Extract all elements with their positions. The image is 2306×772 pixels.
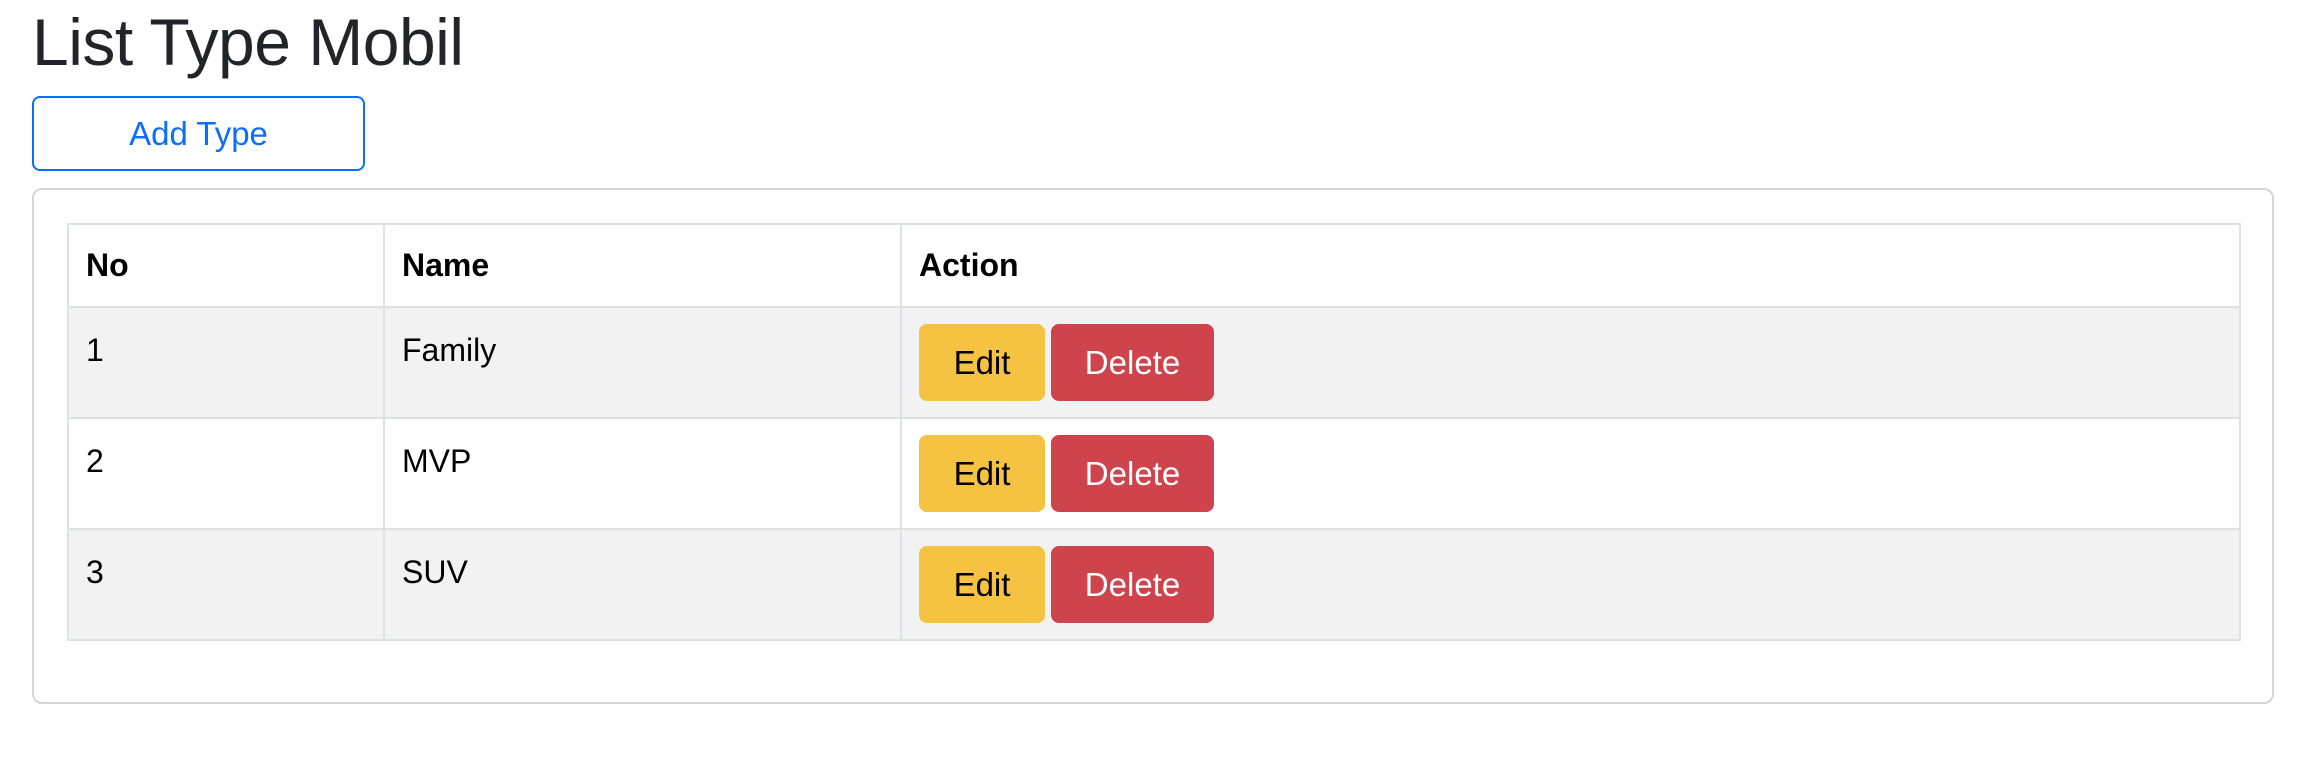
type-list-card: No Name Action 1 Family Edit Delete 2 MVP <box>32 188 2274 704</box>
row-actions: Edit Delete <box>900 528 2241 641</box>
row-name: Family <box>383 306 902 419</box>
column-header-no: No <box>67 223 385 308</box>
edit-button[interactable]: Edit <box>919 435 1045 512</box>
row-name: MVP <box>383 417 902 530</box>
table-row: 1 Family Edit Delete <box>67 306 2241 419</box>
edit-button[interactable]: Edit <box>919 324 1045 401</box>
column-header-name: Name <box>383 223 902 308</box>
row-number: 3 <box>67 528 385 641</box>
add-type-button[interactable]: Add Type <box>32 96 365 171</box>
edit-button[interactable]: Edit <box>919 546 1045 623</box>
page-title: List Type Mobil <box>32 5 464 79</box>
row-actions: Edit Delete <box>900 417 2241 530</box>
table-row: 2 MVP Edit Delete <box>67 417 2241 530</box>
table-row: 3 SUV Edit Delete <box>67 528 2241 641</box>
delete-button[interactable]: Delete <box>1051 324 1214 401</box>
delete-button[interactable]: Delete <box>1051 435 1214 512</box>
column-header-action: Action <box>900 223 2241 308</box>
row-actions: Edit Delete <box>900 306 2241 419</box>
table-header-row: No Name Action <box>67 223 2241 308</box>
row-name: SUV <box>383 528 902 641</box>
row-number: 2 <box>67 417 385 530</box>
type-table: No Name Action 1 Family Edit Delete 2 MVP <box>67 223 2241 641</box>
delete-button[interactable]: Delete <box>1051 546 1214 623</box>
row-number: 1 <box>67 306 385 419</box>
